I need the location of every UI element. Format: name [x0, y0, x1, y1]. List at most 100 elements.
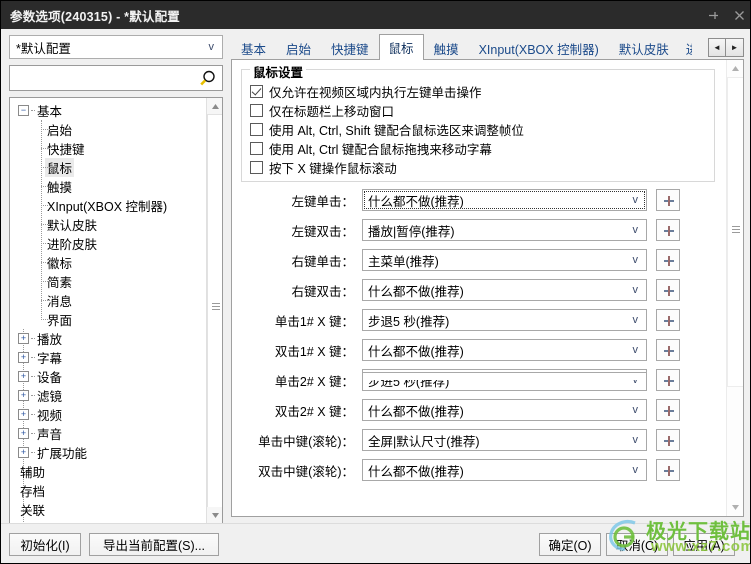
add-action-button-9[interactable] [656, 459, 680, 481]
checkbox-row-0[interactable]: 仅允许在视频区域内执行左键单击操作 [250, 82, 482, 101]
expand-plus-icon[interactable]: + [18, 333, 29, 344]
tree-item-7[interactable]: 进阶皮肤 [10, 234, 206, 253]
tab-1[interactable]: 启始 [276, 35, 321, 60]
title-bar: 参数选项(240315) - *默认配置 [1, 1, 750, 29]
checkbox-unchecked-icon[interactable] [250, 123, 263, 136]
panel-scroll-thumb[interactable] [727, 77, 743, 387]
scroll-down-icon[interactable] [207, 507, 222, 523]
action-dropdown-1[interactable]: 播放|暂停(推荐) v [362, 219, 647, 241]
checkbox-unchecked-icon[interactable] [250, 104, 263, 117]
pin-icon[interactable] [700, 1, 726, 29]
tree-item-13[interactable]: + 字幕 [10, 348, 206, 367]
expand-plus-icon[interactable]: + [18, 352, 29, 363]
action-dropdown-4[interactable]: 步退5 秒(推荐) v [362, 309, 647, 331]
action-row-0: 左键单击： 什么都不做(推荐) v [241, 188, 699, 212]
action-dropdown-7[interactable]: 什么都不做(推荐) v [362, 399, 647, 421]
tab-2[interactable]: 快捷键 [321, 35, 379, 60]
initialize-button[interactable]: 初始化(I) [9, 533, 81, 556]
expand-plus-icon[interactable]: + [18, 447, 29, 458]
tree-item-9[interactable]: 简素 [10, 272, 206, 291]
tree-item-20[interactable]: 存档 [10, 481, 206, 500]
tree-item-4[interactable]: 触摸 [10, 177, 206, 196]
add-action-button-2[interactable] [656, 249, 680, 271]
collapse-minus-icon[interactable]: − [18, 105, 29, 116]
panel-scroll-up-icon[interactable] [727, 60, 743, 77]
search-icon[interactable] [198, 69, 217, 91]
chevron-down-icon: v [632, 194, 639, 206]
panel-scroll-down-icon[interactable] [727, 499, 743, 516]
tab-3[interactable]: 鼠标 [378, 34, 424, 60]
expand-plus-icon[interactable]: + [18, 390, 29, 401]
plus-icon-v [668, 196, 670, 206]
scroll-up-icon[interactable] [207, 98, 222, 114]
search-input[interactable] [14, 67, 194, 89]
tab-4[interactable]: 触摸 [424, 35, 469, 60]
tree-item-19[interactable]: 辅助 [10, 462, 206, 481]
tree-item-5[interactable]: XInput(XBOX 控制器) [10, 196, 206, 215]
tree-scroll-thumb[interactable] [207, 114, 222, 509]
tree-item-18[interactable]: + 扩展功能 [10, 443, 206, 462]
expand-plus-icon[interactable]: + [18, 428, 29, 439]
tree-item-11[interactable]: 界面 [10, 310, 206, 329]
tab-scroll-right-button[interactable]: ► [726, 38, 744, 57]
add-action-button-1[interactable] [656, 219, 680, 241]
tree-item-17[interactable]: + 声音 [10, 424, 206, 443]
add-action-button-8[interactable] [656, 429, 680, 451]
action-dropdown-2[interactable]: 主菜单(推荐) v [362, 249, 647, 271]
tab-scroll-left-button[interactable]: ◄ [708, 38, 726, 57]
tree-item-0[interactable]: − 基本 [10, 101, 206, 120]
tree-scrollbar[interactable] [206, 98, 222, 523]
tree-item-2[interactable]: 快捷键 [10, 139, 206, 158]
checkbox-row-2[interactable]: 使用 Alt, Ctrl, Shift 键配合鼠标选区来调整帧位 [250, 120, 524, 139]
add-action-button-6[interactable] [656, 369, 680, 391]
settings-tree[interactable]: − 基本 启始 快捷键 鼠标 触摸 XInput(XBOX 控制器) 默认皮肤 进阶皮肤 徽标 简素… [9, 97, 223, 524]
add-action-button-3[interactable] [656, 279, 680, 301]
chevron-down-icon: v [208, 41, 215, 53]
checkbox-checked-icon[interactable] [250, 85, 263, 98]
chevron-down-icon: v [632, 464, 639, 476]
action-dropdown-8[interactable]: 全屏|默认尺寸(推荐) v [362, 429, 647, 451]
add-action-button-7[interactable] [656, 399, 680, 421]
add-action-button-0[interactable] [656, 189, 680, 211]
ok-button[interactable]: 确定(O) [539, 533, 601, 556]
tab-0[interactable]: 基本 [231, 35, 276, 60]
action-dropdown-0[interactable]: 什么都不做(推荐) v [362, 189, 647, 211]
tree-item-8[interactable]: 徽标 [10, 253, 206, 272]
action-dropdown-9[interactable]: 什么都不做(推荐) v [362, 459, 647, 481]
tree-item-21[interactable]: 关联 [10, 500, 206, 519]
tree-item-16[interactable]: + 视频 [10, 405, 206, 424]
add-action-button-4[interactable] [656, 309, 680, 331]
checkbox-row-4[interactable]: 按下 X 键操作鼠标滚动 [250, 158, 397, 177]
tree-item-6[interactable]: 默认皮肤 [10, 215, 206, 234]
expand-plus-icon[interactable]: + [18, 371, 29, 382]
partial-dropdown-row[interactable] [362, 372, 647, 380]
expand-plus-icon[interactable]: + [18, 409, 29, 420]
tree-item-1[interactable]: 启始 [10, 120, 206, 139]
checkbox-unchecked-icon[interactable] [250, 142, 263, 155]
export-config-button[interactable]: 导出当前配置(S)... [89, 533, 219, 556]
checkbox-row-3[interactable]: 使用 Alt, Ctrl 键配合鼠标拖拽来移动字幕 [250, 139, 492, 158]
tab-5[interactable]: XInput(XBOX 控制器) [469, 35, 609, 60]
tree-item-12[interactable]: + 播放 [10, 329, 206, 348]
checkbox-row-1[interactable]: 仅在标题栏上移动窗口 [250, 101, 394, 120]
close-icon[interactable] [726, 1, 750, 29]
tree-item-3[interactable]: 鼠标 [10, 158, 206, 177]
tree-item-15[interactable]: + 滤镜 [10, 386, 206, 405]
add-action-button-5[interactable] [656, 339, 680, 361]
action-dropdown-3[interactable]: 什么都不做(推荐) v [362, 279, 647, 301]
tree-item-label: 播放 [37, 333, 63, 347]
action-row-label: 双击1# X 键： [274, 344, 354, 359]
chevron-down-icon: v [632, 254, 639, 266]
tree-item-label: 设备 [37, 371, 63, 385]
tab-6[interactable]: 默认皮肤 [609, 35, 679, 60]
checkbox-unchecked-icon[interactable] [250, 161, 263, 174]
tree-item-14[interactable]: + 设备 [10, 367, 206, 386]
action-row-label: 左键双击： [291, 224, 354, 239]
tab-7[interactable]: 进 [679, 35, 693, 60]
panel-scrollbar[interactable] [726, 60, 743, 516]
profile-combo[interactable]: *默认配置 v [9, 35, 223, 59]
action-dropdown-5[interactable]: 什么都不做(推荐) v [362, 339, 647, 361]
search-box[interactable] [9, 65, 223, 91]
tree-item-10[interactable]: 消息 [10, 291, 206, 310]
action-row-2: 右键单击： 主菜单(推荐) v [241, 248, 699, 272]
